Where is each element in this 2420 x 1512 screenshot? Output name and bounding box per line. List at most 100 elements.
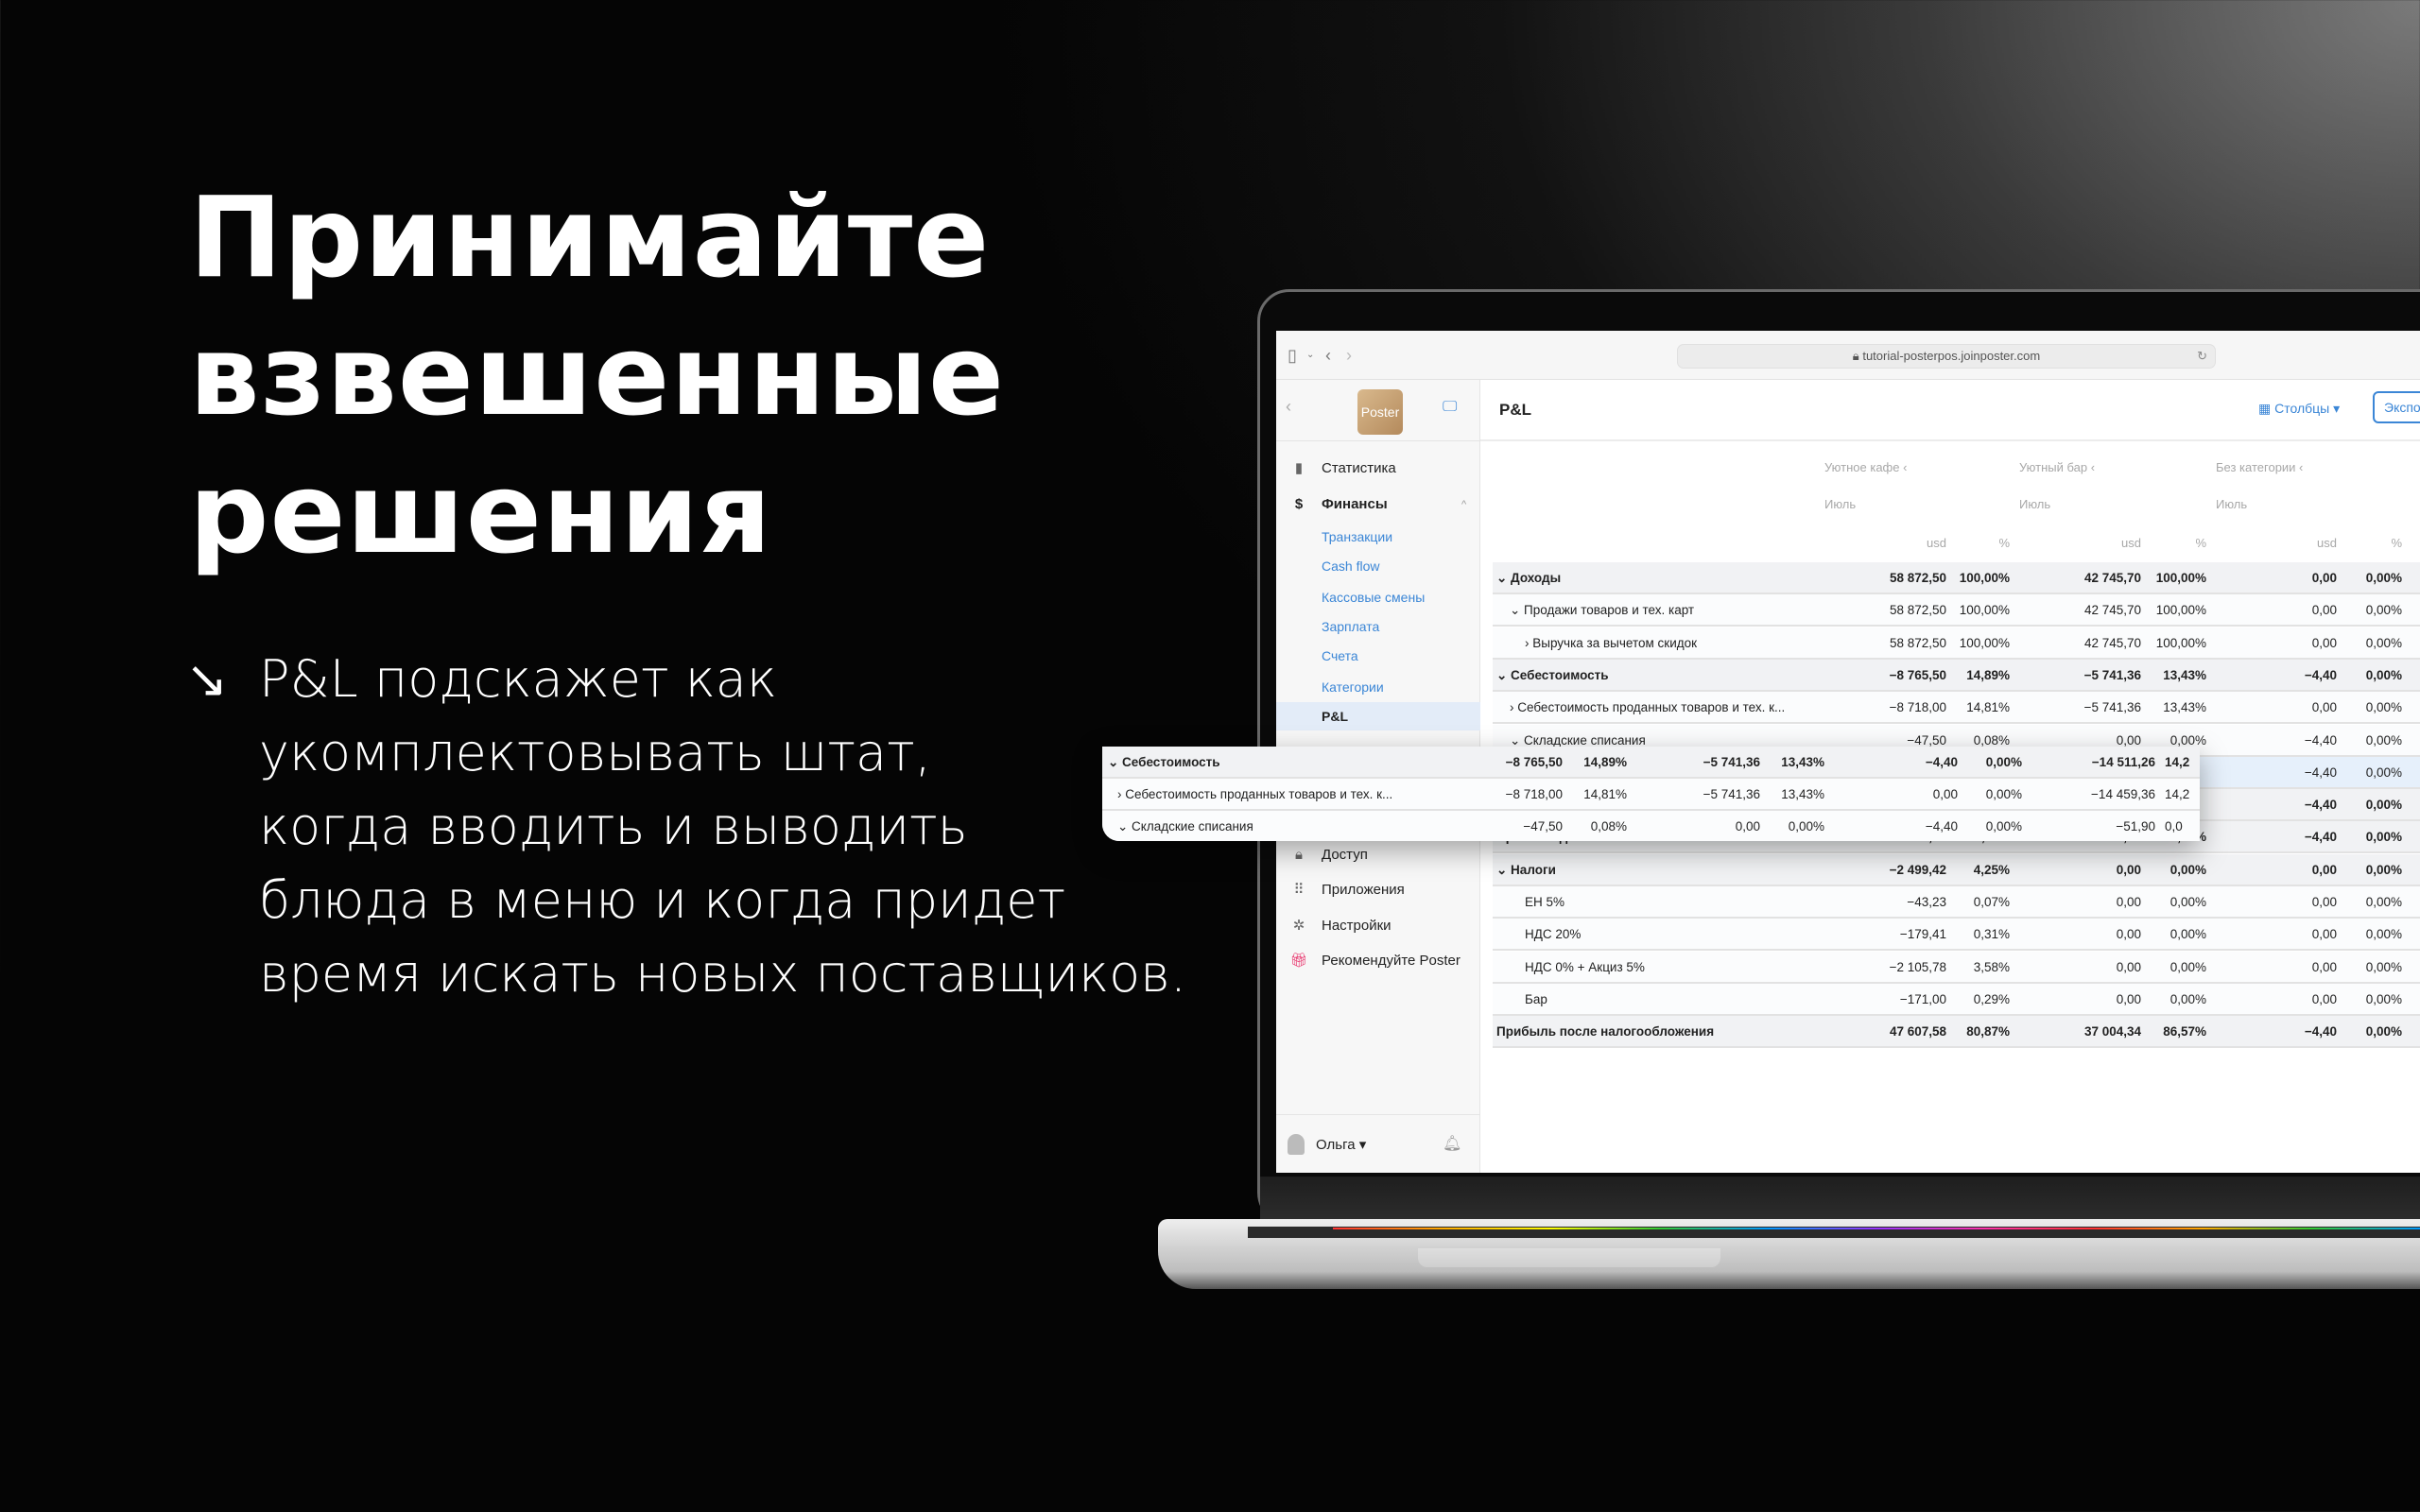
popup-row[interactable]: ⌄ Себестоимость −8 765,50 14,89% −5 741,36 1… (1102, 747, 2200, 779)
row-value: 13,43% (2163, 700, 2206, 715)
subtext-line: время искать новых поставщиков. (259, 944, 1186, 1004)
subtext-line: когда вводить и выводить (259, 797, 968, 856)
row-value: 0,00% (2169, 927, 2206, 942)
table-icon: ▦ (2258, 401, 2275, 416)
unit-percent: % (2391, 536, 2402, 550)
row-value: 0,00% (2365, 830, 2402, 845)
row-value: 0,00% (2365, 927, 2402, 942)
column-period-2: Июль (2216, 497, 2248, 511)
row-label: Прибыль после налогообложения (1496, 1024, 1715, 1040)
sidebar-item-recommend[interactable]: 🎁︎ Рекомендуйте Poster (1276, 947, 1480, 975)
sidebar-item-categories[interactable]: Категории (1276, 673, 1480, 701)
user-area: Ольга ▾ 🔔︎ (1276, 1114, 1480, 1173)
sidebar-top: ‹ Poster 🖵︎ (1276, 380, 1480, 441)
sidebar-item-apps[interactable]: ⠿ Приложения (1276, 876, 1480, 904)
row-value: −14 459,36 (2091, 787, 2155, 801)
row-value: 0,00% (2365, 798, 2402, 813)
page-header: P&L ▦ Столбцы ▾ Экспо (1480, 380, 2420, 441)
sidebar-item-accounts[interactable]: Счета (1276, 642, 1480, 670)
dollar-icon: $ (1294, 496, 1304, 512)
row-value: −51,90 (2116, 819, 2155, 833)
row-value: 86,57% (2163, 1024, 2206, 1040)
row-value: 100,00% (1959, 635, 2010, 650)
popup-row[interactable]: › Себестоимость проданных товаров и тех.… (1102, 779, 2200, 811)
chevron-down-icon[interactable]: ⌄ (1306, 344, 1314, 367)
gear-icon: ✲ (1292, 918, 1305, 934)
row-value: −14 511,26 (2091, 755, 2155, 769)
bell-icon[interactable]: 🔔︎ (1443, 1134, 1461, 1153)
sidebar-item-transactions[interactable]: Транзакции (1276, 523, 1480, 551)
back-icon[interactable]: ‹ (1325, 344, 1331, 367)
sidebar-item-access[interactable]: 🔒︎ Доступ (1276, 841, 1480, 869)
user-menu[interactable]: Ольга ▾ (1316, 1136, 1366, 1153)
row-label: Бар (1525, 991, 1547, 1006)
row-value: 0,00% (1985, 787, 2022, 801)
row-label: ⌄ Складские списания (1117, 819, 1253, 833)
row-value: 14,81% (1583, 787, 1627, 801)
row-value: 0,00% (2365, 700, 2402, 715)
table-row[interactable]: › Выручка за вычетом скидок 58 872,50 100,… (1493, 627, 2420, 660)
row-label: ⌄ Доходы (1496, 571, 1562, 585)
sidebar-toggle-icon[interactable]: ▯ (1288, 344, 1297, 367)
page-title: P&L (1499, 401, 1531, 419)
sidebar-item-cashflow[interactable]: Cash flow (1276, 552, 1480, 580)
row-label: › Себестоимость проданных товаров и тех.… (1510, 700, 1786, 715)
sidebar-item-statistics[interactable]: ▮ Статистика (1276, 455, 1480, 483)
row-value: 14,81% (1966, 700, 2010, 715)
arrow-down-right-icon: ↘ (185, 649, 229, 709)
subtext: P&L подскажет как укомплектовывать штат,… (259, 643, 1186, 1011)
sidebar-item-finance[interactable]: $ Финансы ^ (1276, 490, 1480, 519)
sidebar-item-salary[interactable]: Зарплата (1276, 612, 1480, 641)
subtext-line: блюда в меню и когда придет (259, 870, 1066, 930)
table-row[interactable]: ⌄ Доходы 58 872,50 100,00% 42 745,70 100,00%… (1493, 562, 2420, 594)
table-row[interactable]: НДС 0% + Акциз 5% −2 105,78 3,58% 0,00 0,00%… (1493, 951, 2420, 984)
row-value: 14,2 (2165, 755, 2190, 769)
table-row[interactable]: ЕН 5% −43,23 0,07% 0,00 0,00% 0,00 0,00% (1493, 886, 2420, 919)
reload-icon[interactable]: ↻ (2197, 345, 2207, 368)
row-value: 0,08% (1590, 819, 1627, 833)
sidebar-item-settings[interactable]: ✲ Настройки (1276, 912, 1480, 940)
row-value: 0,00% (2169, 895, 2206, 909)
row-label: НДС 0% + Акциз 5% (1525, 959, 1645, 974)
unit-percent: % (1998, 536, 2010, 550)
url-bar[interactable]: 🔒︎ tutorial-posterpos.joinposter.com ↻ (1677, 344, 2216, 369)
chevron-up-icon: ^ (1461, 499, 1467, 510)
table-row[interactable]: Бар −171,00 0,29% 0,00 0,00% 0,00 0,00% (1493, 983, 2420, 1016)
row-label: › Выручка за вычетом скидок (1525, 635, 1698, 650)
poster-logo: Poster (1357, 389, 1403, 435)
table-row[interactable]: ⌄ Налоги −2 499,42 4,25% 0,00 0,00% 0,00 0,00% (1493, 853, 2420, 886)
laptop-notch (1418, 1248, 1720, 1267)
row-value: 13,43% (1781, 787, 1824, 801)
forward-icon[interactable]: › (1346, 344, 1352, 367)
column-header-1[interactable]: Уютный бар ‹ (2019, 460, 2095, 474)
table-row[interactable]: НДС 20% −179,41 0,31% 0,00 0,00% 0,00 0,00% (1493, 919, 2420, 952)
table-row[interactable]: ⌄ Себестоимость −8 765,50 14,89% −5 741,36 1… (1493, 659, 2420, 692)
row-value: 13,43% (2163, 667, 2206, 682)
row-value: 14,89% (1966, 667, 2010, 682)
table-row[interactable]: Прибыль после налогообложения 47 607,58 80… (1493, 1016, 2420, 1049)
gift-icon: 🎁︎ (1289, 953, 1308, 969)
column-header-2[interactable]: Без категории ‹ (2216, 460, 2303, 474)
row-value: 0,00% (2365, 895, 2402, 909)
sidebar-item-pnl[interactable]: P&L (1276, 702, 1480, 730)
sidebar-item-shifts[interactable]: Кассовые смены (1276, 583, 1480, 611)
column-header-0[interactable]: Уютное кафе ‹ (1824, 460, 1907, 474)
pos-terminal-icon[interactable]: 🖵︎ (1443, 399, 1457, 416)
row-value: 3,58% (1973, 959, 2010, 974)
subtext-line: укомплектовывать штат, (259, 723, 931, 782)
zoomed-row-popup: ⌄ Себестоимость −8 765,50 14,89% −5 741,36 1… (1102, 747, 2200, 841)
export-button[interactable]: Экспо (2373, 391, 2420, 423)
headline: Принимайте взвешенные решения (189, 168, 1005, 582)
table-row[interactable]: › Себестоимость проданных товаров и тех.… (1493, 692, 2420, 725)
headline-line: взвешенные (189, 310, 1006, 440)
row-value: 100,00% (1959, 603, 2010, 618)
popup-row[interactable]: ⌄ Складские списания −47,50 0,08% 0,00 0,00%… (1102, 811, 2200, 841)
table-row[interactable]: ⌄ Продажи товаров и тех. карт 58 872,50 10… (1493, 594, 2420, 627)
unit-percent: % (2195, 536, 2206, 550)
row-value: 0,00% (2365, 862, 2402, 877)
columns-button[interactable]: ▦ Столбцы ▾ (2258, 401, 2340, 417)
row-value: 14,89% (1583, 755, 1627, 769)
row-value: 0,00% (2365, 603, 2402, 618)
collapse-icon[interactable]: ‹ (1286, 397, 1291, 417)
row-value: 100,00% (2155, 603, 2206, 618)
